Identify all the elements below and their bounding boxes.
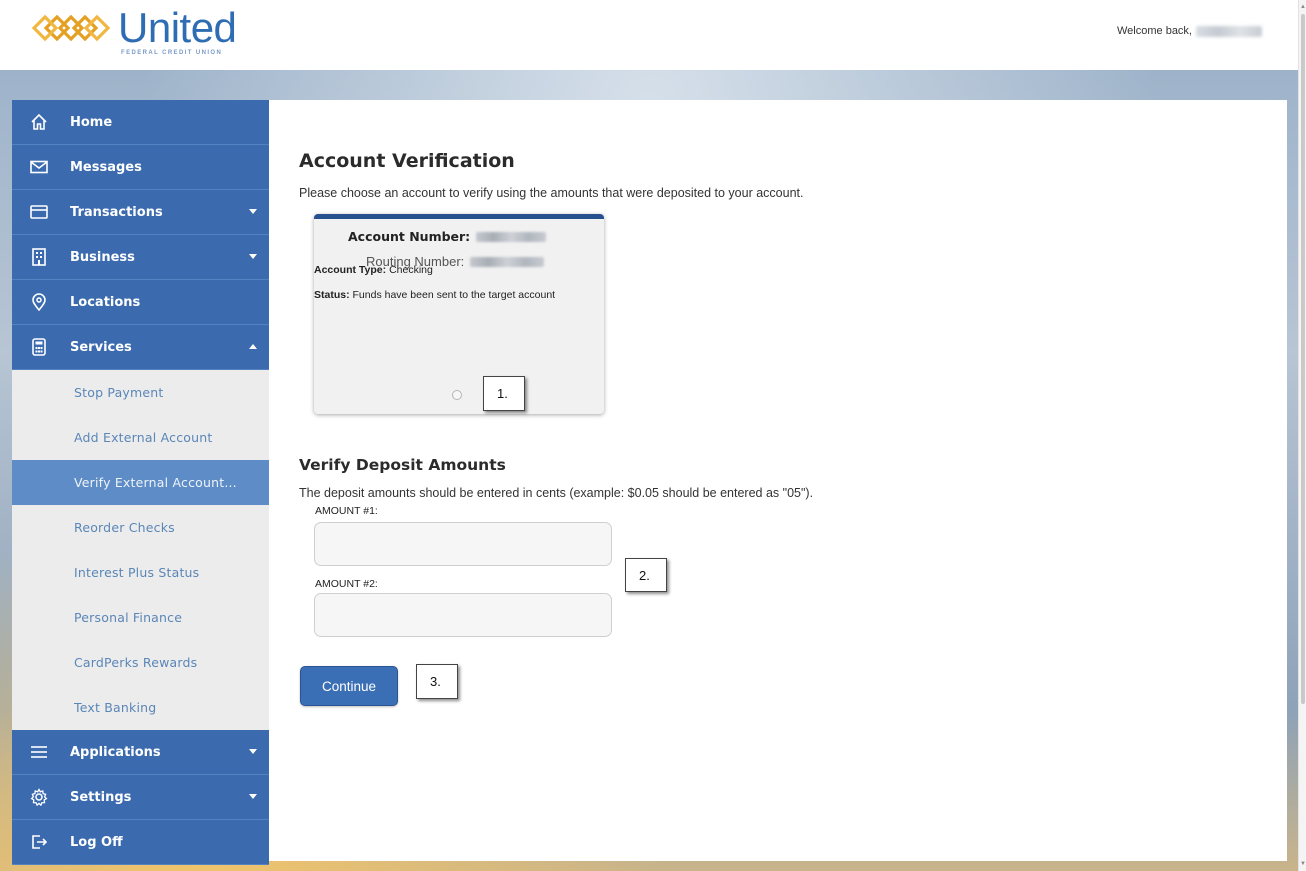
logo-name: United (118, 4, 237, 51)
sidebar-subitem-cardperks-rewards[interactable]: CardPerks Rewards (12, 640, 269, 685)
account-type-label: Account Type: (314, 264, 387, 276)
header: United FEDERAL CREDIT UNION Welcome back… (0, 0, 1306, 70)
chevron-down-icon[interactable] (249, 794, 257, 799)
sidebar-nav: Home Messages Transactions Business Loca… (12, 100, 269, 865)
welcome-message: Welcome back, (1117, 25, 1262, 37)
sidebar-item-locations[interactable]: Locations (12, 280, 269, 325)
sidebar-item-transactions[interactable]: Transactions (12, 190, 269, 235)
welcome-text: Welcome back, (1117, 25, 1192, 37)
home-icon (28, 111, 50, 133)
page-scrollbar[interactable]: ▲ ▼ (1298, 0, 1306, 871)
routing-number-redacted (470, 256, 545, 267)
sidebar-item-label: Settings (70, 789, 132, 805)
sidebar-item-home[interactable]: Home (12, 100, 269, 145)
sidebar-item-label: Transactions (70, 204, 163, 220)
sidebar-item-applications[interactable]: Applications (12, 730, 269, 775)
envelope-icon (28, 156, 50, 178)
status-label: Status: (314, 289, 350, 301)
gear-icon (28, 786, 50, 808)
scroll-up-arrow-icon[interactable]: ▲ (1300, 4, 1306, 10)
page-description: Please choose an account to verify using… (299, 186, 804, 200)
amount2-input[interactable] (314, 593, 612, 637)
account-number-label: Account Number: (348, 229, 471, 244)
scroll-thumb[interactable] (1301, 14, 1305, 704)
sidebar-subitem-interest-plus-status[interactable]: Interest Plus Status (12, 550, 269, 595)
sidebar-item-log-off[interactable]: Log Off (12, 820, 269, 865)
building-icon (28, 246, 50, 268)
menu-icon (28, 741, 50, 763)
sidebar-item-label: Business (70, 249, 135, 265)
username-redacted (1196, 25, 1262, 37)
sidebar-item-messages[interactable]: Messages (12, 145, 269, 190)
account-select-radio[interactable] (452, 390, 462, 400)
logo-subtitle: FEDERAL CREDIT UNION (121, 50, 223, 56)
map-pin-icon (28, 291, 50, 313)
amount1-label: AMOUNT #1: (315, 505, 378, 517)
main-content: Account Verification Please choose an ac… (269, 100, 1287, 861)
sidebar-item-label: Applications (70, 744, 161, 760)
logo-diamond-icon (31, 14, 111, 42)
account-status: Status: Funds have been sent to the targ… (314, 289, 555, 301)
amount2-label: AMOUNT #2: (315, 578, 378, 590)
account-type-value: Checking (389, 264, 433, 276)
sidebar-item-settings[interactable]: Settings (12, 775, 269, 820)
sidebar-subitem-text-banking[interactable]: Text Banking (12, 685, 269, 730)
account-type: Account Type: Checking (314, 264, 433, 276)
callout-1: 1. (483, 376, 525, 411)
account-number-row: Account Number: (348, 229, 547, 244)
callout-3: 3. (416, 664, 458, 699)
chevron-down-icon[interactable] (249, 254, 257, 259)
sidebar-subitem-add-external-account[interactable]: Add External Account (12, 415, 269, 460)
calculator-icon (28, 336, 50, 358)
card-icon (28, 201, 50, 223)
account-card[interactable]: Account Number: Routing Number: Account … (314, 214, 604, 414)
amount1-input[interactable] (314, 522, 612, 566)
page-title: Account Verification (299, 150, 515, 172)
sidebar-item-label: Locations (70, 294, 141, 310)
continue-button[interactable]: Continue (300, 666, 398, 706)
verify-section-description: The deposit amounts should be entered in… (299, 486, 814, 500)
sidebar-item-label: Services (70, 339, 132, 355)
chevron-down-icon[interactable] (249, 209, 257, 214)
sidebar-item-label: Log Off (70, 834, 123, 850)
sidebar-item-label: Home (70, 114, 113, 130)
united-logo[interactable]: United FEDERAL CREDIT UNION (30, 4, 237, 62)
status-value: Funds have been sent to the target accou… (352, 289, 556, 301)
account-number-redacted (476, 231, 547, 242)
chevron-down-icon[interactable] (249, 749, 257, 754)
verify-section-title: Verify Deposit Amounts (299, 456, 506, 474)
sidebar-item-business[interactable]: Business (12, 235, 269, 280)
sidebar-subitem-reorder-checks[interactable]: Reorder Checks (12, 505, 269, 550)
sidebar-subitem-stop-payment[interactable]: Stop Payment (12, 370, 269, 415)
chevron-up-icon[interactable] (249, 344, 257, 349)
sidebar-item-services[interactable]: Services (12, 325, 269, 370)
callout-2: 2. (625, 558, 667, 592)
sidebar-subitem-verify-external-account[interactable]: Verify External Account... (12, 460, 269, 505)
logout-icon (28, 831, 50, 853)
scroll-down-arrow-icon[interactable]: ▼ (1300, 861, 1306, 867)
sidebar-item-label: Messages (70, 159, 142, 175)
sidebar-subitem-personal-finance[interactable]: Personal Finance (12, 595, 269, 640)
